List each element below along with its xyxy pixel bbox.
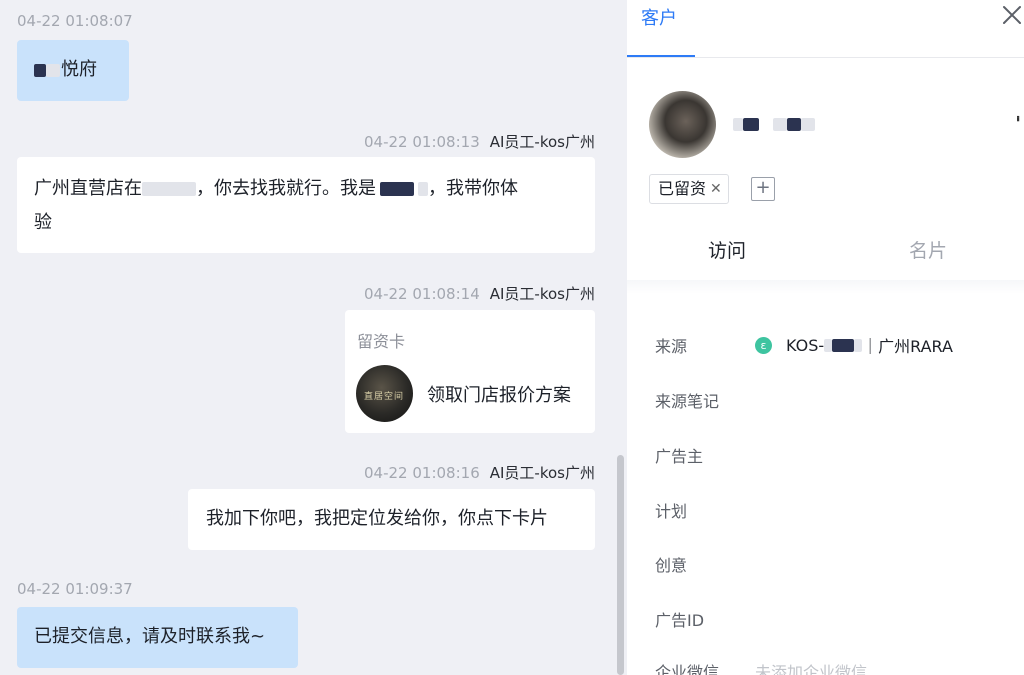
customer-panel: 客户 ··· 已留资 ✕ + 访问 名片 来源 ε KOS- ｜广州RARA 来源…	[627, 0, 1024, 675]
divider	[627, 57, 1024, 58]
tab-customer[interactable]: 客户	[641, 4, 677, 30]
message-bubble-agent[interactable]: 广州直营店在 ，你去找我就行。我是 ，我带你体 验	[17, 157, 595, 253]
card-title: 留资卡	[357, 332, 406, 351]
message-timestamp: 04-22 01:09:37	[17, 580, 133, 598]
source-icon: ε	[755, 336, 772, 354]
field-label-source-note: 来源笔记	[655, 392, 720, 411]
sender-name: AI员工-kos广州	[489, 285, 595, 303]
field-value-source: ε KOS- ｜广州RARA	[755, 333, 953, 357]
redacted-text	[832, 338, 855, 352]
add-tag-button[interactable]: +	[751, 177, 775, 201]
close-icon[interactable]	[999, 2, 1024, 28]
field-label-plan: 计划	[655, 502, 688, 521]
tag-chip: 已留资 ✕	[649, 174, 729, 204]
field-label-advertiser: 广告主	[655, 447, 704, 466]
redacted-text	[787, 118, 801, 131]
message-timestamp: 04-22 01:08:13 AI员工-kos广州	[364, 133, 595, 151]
message-bubble-agent[interactable]: 我加下你吧，我把定位发给你，你点下卡片	[188, 489, 595, 550]
message-bubble-customer[interactable]: 悦府	[17, 40, 129, 101]
customer-name	[733, 114, 815, 133]
avatar	[649, 91, 716, 158]
lead-card[interactable]: 留资卡 直居空间 领取门店报价方案	[345, 310, 595, 433]
redacted-text	[142, 182, 196, 196]
message-timestamp: 04-22 01:08:14 AI员工-kos广州	[364, 285, 595, 303]
more-options-icon[interactable]: ···	[1007, 114, 1024, 119]
redacted-text	[801, 118, 815, 131]
card-thumbnail: 直居空间	[356, 365, 413, 422]
chat-scrollbar[interactable]	[617, 455, 624, 675]
redacted-text	[34, 63, 46, 77]
redacted-text	[773, 118, 787, 131]
section-divider	[627, 280, 1024, 294]
field-label-ad-id: 广告ID	[655, 611, 705, 630]
redacted-text	[743, 118, 759, 131]
tab-business-card[interactable]: 名片	[909, 236, 947, 263]
redacted-text	[418, 182, 428, 196]
tab-visit[interactable]: 访问	[708, 236, 746, 263]
message-timestamp: 04-22 01:08:07	[17, 12, 133, 30]
redacted-text	[733, 118, 743, 131]
sender-name: AI员工-kos广州	[489, 133, 595, 151]
field-value-wecom[interactable]: 未添加企业微信	[755, 659, 867, 675]
field-label-wecom: 企业微信	[655, 663, 720, 675]
message-timestamp: 04-22 01:08:16 AI员工-kos广州	[364, 464, 595, 482]
tag-remove-icon[interactable]: ✕	[710, 175, 722, 203]
redacted-text	[46, 63, 60, 77]
card-label: 领取门店报价方案	[427, 385, 571, 406]
field-label-source: 来源	[655, 337, 688, 356]
redacted-text	[380, 182, 414, 196]
message-bubble-customer[interactable]: 已提交信息，请及时联系我~	[17, 607, 298, 668]
chat-pane: 04-22 01:08:07 悦府 04-22 01:08:13 AI员工-kos…	[0, 0, 627, 675]
redacted-text	[854, 338, 863, 352]
tag-label: 已留资	[658, 179, 707, 198]
sender-name: AI员工-kos广州	[489, 464, 595, 482]
redacted-text	[824, 338, 833, 352]
field-label-creative: 创意	[655, 556, 688, 575]
